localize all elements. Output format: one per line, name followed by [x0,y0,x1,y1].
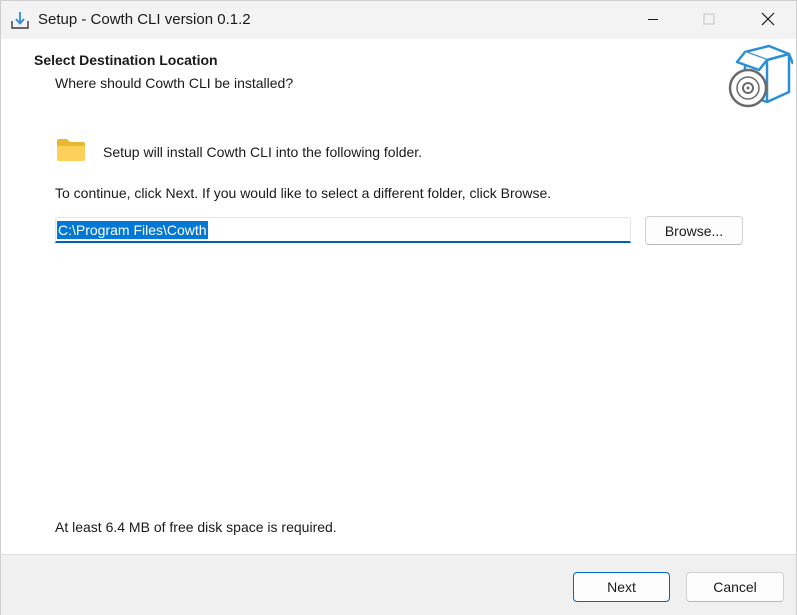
page-subtitle: Where should Cowth CLI be installed? [55,75,294,91]
destination-path-input[interactable]: C:\Program Files\Cowth [55,217,631,243]
cancel-button[interactable]: Cancel [686,572,784,602]
disk-space-requirement: At least 6.4 MB of free disk space is re… [55,519,337,535]
setup-box-disc-icon [723,44,795,110]
setup-window: Setup - Cowth CLI version 0.1.2 Select D… [0,0,797,615]
minimize-button[interactable] [630,1,676,39]
close-button[interactable] [745,1,791,39]
install-folder-description: Setup will install Cowth CLI into the fo… [103,144,423,160]
folder-icon [56,138,86,162]
continue-instructions: To continue, click Next. If you would li… [55,185,552,201]
minimize-icon [647,12,659,28]
setup-installer-icon [10,10,30,30]
wizard-footer: Next Cancel [1,554,796,615]
wizard-header: Select Destination Location Where should… [1,39,796,111]
page-title: Select Destination Location [34,52,218,68]
title-bar[interactable]: Setup - Cowth CLI version 0.1.2 [1,1,796,39]
maximize-button [686,1,732,39]
window-title: Setup - Cowth CLI version 0.1.2 [38,11,251,28]
close-icon [761,12,775,29]
browse-button[interactable]: Browse... [645,216,743,245]
destination-path-value: C:\Program Files\Cowth [57,221,208,239]
maximize-icon [703,12,715,28]
next-button[interactable]: Next [573,572,670,602]
